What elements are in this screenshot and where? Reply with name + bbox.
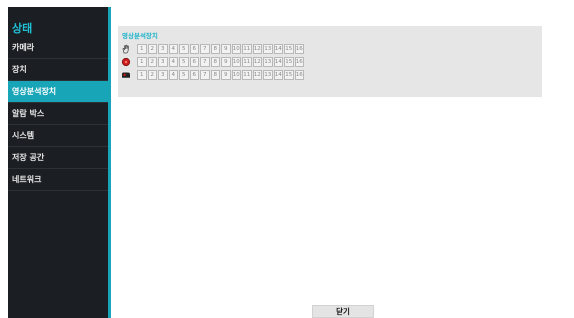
main-content: 영상분석장치 1 2 3 4 5 6 7 8 9 10 11 12 13 14 … [111, 7, 565, 318]
channel-cells: 1 2 3 4 5 6 7 8 9 10 11 12 13 14 15 16 [137, 70, 305, 80]
channel-cell[interactable]: 3 [158, 70, 168, 80]
channel-cell[interactable]: 8 [210, 57, 220, 67]
channel-cell[interactable]: 11 [242, 44, 252, 54]
sidebar: 상태 카메라 장치 영상분석장치 알람 박스 시스템 저장 공간 네트워크 [8, 7, 108, 318]
video-analytics-panel: 영상분석장치 1 2 3 4 5 6 7 8 9 10 11 12 13 14 … [118, 26, 542, 97]
status-row-event: 1 2 3 4 5 6 7 8 9 10 11 12 13 14 15 16 [121, 44, 305, 54]
sidebar-item-network[interactable]: 네트워크 [8, 169, 108, 191]
channel-cell[interactable]: 13 [263, 70, 273, 80]
channel-cell[interactable]: 5 [179, 70, 189, 80]
sidebar-title: 상태 [12, 22, 33, 35]
channel-cell[interactable]: 4 [168, 57, 178, 67]
sidebar-menu: 카메라 장치 영상분석장치 알람 박스 시스템 저장 공간 네트워크 [8, 37, 108, 191]
channel-cell[interactable]: 16 [294, 44, 304, 54]
channel-cell[interactable]: 15 [284, 70, 294, 80]
channel-cell[interactable]: 13 [263, 44, 273, 54]
sidebar-item-alarm-box[interactable]: 알람 박스 [8, 103, 108, 125]
channel-cell[interactable]: 12 [252, 57, 262, 67]
channel-cells: 1 2 3 4 5 6 7 8 9 10 11 12 13 14 15 16 [137, 57, 305, 67]
channel-cell[interactable]: 1 [137, 70, 147, 80]
channel-cell[interactable]: 2 [147, 44, 157, 54]
channel-cell[interactable]: 15 [284, 44, 294, 54]
channel-cell[interactable]: 11 [242, 57, 252, 67]
channel-cell[interactable]: 15 [284, 57, 294, 67]
channel-cell[interactable]: 7 [200, 57, 210, 67]
channel-cell[interactable]: 5 [179, 44, 189, 54]
camera-icon [121, 70, 131, 80]
channel-cell[interactable]: 1 [137, 57, 147, 67]
sidebar-item-device[interactable]: 장치 [8, 59, 108, 81]
channel-cell[interactable]: 10 [231, 57, 241, 67]
record-icon [121, 57, 131, 67]
channel-cell[interactable]: 1 [137, 44, 147, 54]
channel-cell[interactable]: 14 [273, 70, 283, 80]
channel-cell[interactable]: 11 [242, 70, 252, 80]
channel-cell[interactable]: 7 [200, 44, 210, 54]
channel-cell[interactable]: 2 [147, 57, 157, 67]
channel-cell[interactable]: 6 [189, 44, 199, 54]
channel-cell[interactable]: 8 [210, 70, 220, 80]
channel-cell[interactable]: 13 [263, 57, 273, 67]
channel-cell[interactable]: 12 [252, 70, 262, 80]
status-row-camera: 1 2 3 4 5 6 7 8 9 10 11 12 13 14 15 16 [121, 70, 305, 80]
channel-cell[interactable]: 4 [168, 70, 178, 80]
channel-cell[interactable]: 9 [221, 57, 231, 67]
channel-cell[interactable]: 12 [252, 44, 262, 54]
channel-cell[interactable]: 16 [294, 57, 304, 67]
sidebar-item-video-analytics[interactable]: 영상분석장치 [8, 81, 108, 103]
channel-cell[interactable]: 10 [231, 70, 241, 80]
channel-cell[interactable]: 3 [158, 44, 168, 54]
channel-cell[interactable]: 14 [273, 44, 283, 54]
channel-cell[interactable]: 9 [221, 70, 231, 80]
sidebar-item-camera[interactable]: 카메라 [8, 37, 108, 59]
channel-cell[interactable]: 9 [221, 44, 231, 54]
channel-cell[interactable]: 7 [200, 70, 210, 80]
channel-cell[interactable]: 3 [158, 57, 168, 67]
channel-cell[interactable]: 6 [189, 57, 199, 67]
sidebar-item-system[interactable]: 시스템 [8, 125, 108, 147]
hand-wave-icon [121, 44, 131, 54]
close-button[interactable]: 닫기 [312, 305, 374, 318]
channel-cell[interactable]: 8 [210, 44, 220, 54]
channel-cell[interactable]: 16 [294, 70, 304, 80]
status-row-record: 1 2 3 4 5 6 7 8 9 10 11 12 13 14 15 16 [121, 57, 305, 67]
channel-cells: 1 2 3 4 5 6 7 8 9 10 11 12 13 14 15 16 [137, 44, 305, 54]
channel-cell[interactable]: 2 [147, 70, 157, 80]
channel-cell[interactable]: 5 [179, 57, 189, 67]
channel-cell[interactable]: 10 [231, 44, 241, 54]
channel-cell[interactable]: 14 [273, 57, 283, 67]
channel-cell[interactable]: 6 [189, 70, 199, 80]
panel-title: 영상분석장치 [122, 32, 158, 40]
channel-cell[interactable]: 4 [168, 44, 178, 54]
sidebar-item-storage[interactable]: 저장 공간 [8, 147, 108, 169]
app-window: 상태 카메라 장치 영상분석장치 알람 박스 시스템 저장 공간 네트워크 영상… [8, 7, 565, 318]
